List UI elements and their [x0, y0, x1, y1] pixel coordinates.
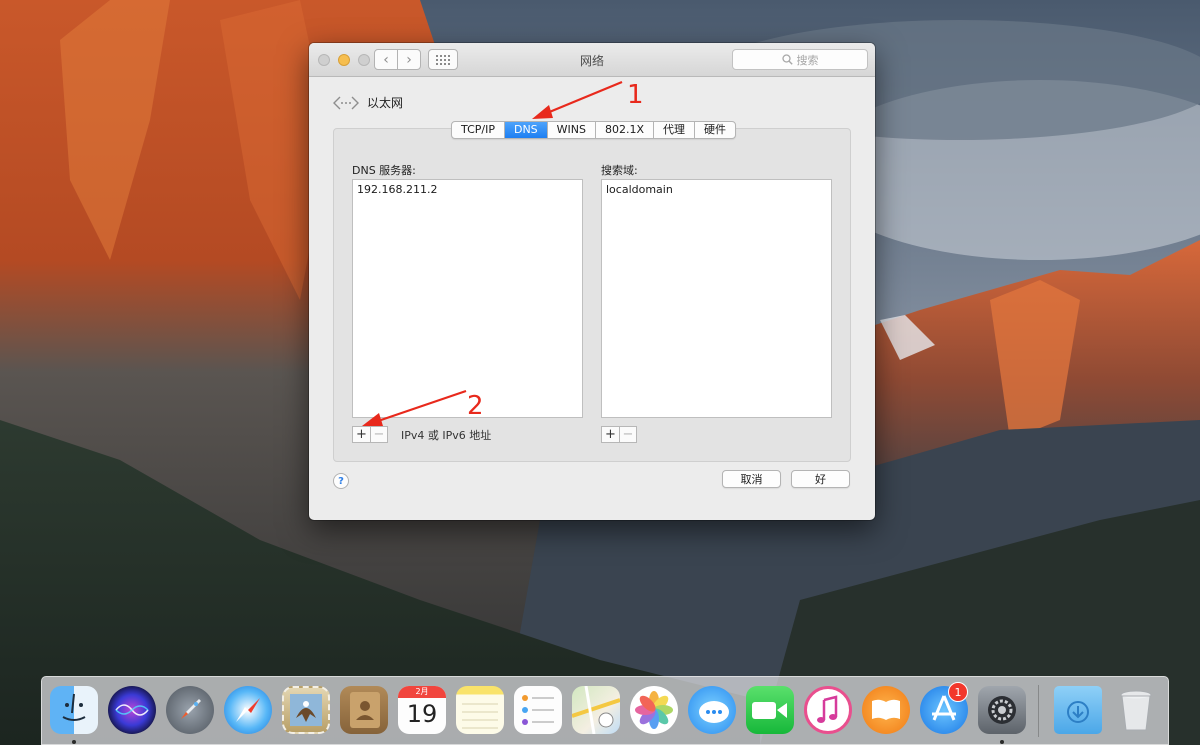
add-search-domain-button[interactable]: +	[602, 427, 619, 442]
dock-messages[interactable]	[688, 686, 736, 734]
ethernet-arrows-icon	[333, 96, 359, 109]
running-indicator	[1000, 740, 1004, 744]
search-domains-label: 搜索域:	[601, 164, 638, 177]
search-domains-list[interactable]: localdomain	[601, 179, 832, 418]
dock-ibooks[interactable]	[862, 686, 910, 734]
annotation-step-1: 1	[627, 80, 644, 110]
trash-icon	[1120, 690, 1152, 731]
help-button[interactable]: ?	[333, 473, 349, 489]
list-item[interactable]: localdomain	[606, 183, 827, 196]
interface-header: 以太网	[333, 94, 403, 111]
dns-servers-list[interactable]: 192.168.211.2	[352, 179, 583, 418]
calendar-month: 2月	[398, 686, 446, 698]
contacts-book-icon	[350, 692, 380, 728]
remove-search-domain-button[interactable]: −	[619, 427, 636, 442]
ok-button[interactable]: 好	[791, 470, 850, 488]
eagle-stamp-icon	[290, 694, 322, 726]
dock-itunes[interactable]	[804, 686, 852, 734]
dock-launchpad[interactable]	[166, 686, 214, 734]
list-item[interactable]: 192.168.211.2	[357, 183, 578, 196]
app-store-badge: 1	[948, 682, 968, 702]
tab-tcpip[interactable]: TCP/IP	[452, 122, 504, 138]
running-indicator	[72, 740, 76, 744]
dock-calendar[interactable]: 2月 19	[398, 686, 446, 734]
rocket-icon	[181, 699, 201, 719]
title-bar: ‹ › 网络 搜索	[309, 43, 875, 77]
finder-icon	[62, 693, 86, 721]
dns-settings-panel: DNS 服务器: 192.168.211.2 搜索域: localdomain …	[333, 128, 851, 462]
tab-wins[interactable]: WINS	[546, 122, 595, 138]
dock-reminders[interactable]	[514, 686, 562, 734]
tab-proxy[interactable]: 代理	[653, 122, 694, 138]
dock-divider	[1038, 685, 1039, 737]
add-dns-server-button[interactable]: +	[353, 427, 370, 442]
network-preferences-window: ‹ › 网络 搜索 以太网 DNS 服务器: 192.168.211.2 搜索域…	[309, 43, 875, 520]
tab-bar: TCP/IP DNS WINS 802.1X 代理 硬件	[451, 121, 737, 139]
dns-servers-add-remove: + −	[352, 426, 388, 443]
search-domains-add-remove: + −	[601, 426, 637, 443]
dock-trash[interactable]	[1112, 686, 1160, 734]
compass-icon	[236, 698, 260, 722]
downloads-folder-icon	[1067, 701, 1089, 723]
remove-dns-server-button[interactable]: −	[370, 427, 387, 442]
annotation-step-2: 2	[467, 391, 484, 421]
dock-siri[interactable]	[108, 686, 156, 734]
map-icon	[572, 686, 620, 734]
dock-mail[interactable]	[282, 686, 330, 734]
cancel-button[interactable]: 取消	[722, 470, 781, 488]
search-placeholder: 搜索	[796, 53, 819, 67]
tab-8021x[interactable]: 802.1X	[595, 122, 653, 138]
dock-photos[interactable]	[630, 686, 678, 734]
chat-bubble-icon	[699, 701, 729, 723]
notes-icon	[462, 703, 498, 729]
dock-safari[interactable]	[224, 686, 272, 734]
dock-finder[interactable]	[50, 686, 98, 734]
dock-maps[interactable]	[572, 686, 620, 734]
siri-icon	[115, 704, 149, 716]
tab-dns[interactable]: DNS	[503, 122, 547, 138]
gear-icon	[988, 696, 1016, 724]
dock: 2月 19 1	[41, 676, 1169, 745]
book-icon	[872, 699, 900, 720]
search-icon	[781, 54, 793, 65]
dock-facetime[interactable]	[746, 686, 794, 734]
dock-system-preferences[interactable]	[978, 686, 1026, 734]
music-note-icon	[817, 695, 838, 723]
search-input[interactable]: 搜索	[732, 49, 868, 70]
reminders-icon	[522, 695, 554, 725]
dock-downloads[interactable]	[1054, 686, 1102, 734]
video-camera-icon	[752, 702, 787, 719]
interface-name: 以太网	[367, 96, 404, 110]
dock-contacts[interactable]	[340, 686, 388, 734]
dns-servers-label: DNS 服务器:	[352, 164, 416, 177]
dock-notes[interactable]	[456, 686, 504, 734]
calendar-day: 19	[406, 700, 438, 728]
photos-flower-icon	[635, 691, 673, 729]
dns-address-hint: IPv4 或 IPv6 地址	[401, 429, 492, 442]
tab-hardware[interactable]: 硬件	[694, 122, 735, 138]
